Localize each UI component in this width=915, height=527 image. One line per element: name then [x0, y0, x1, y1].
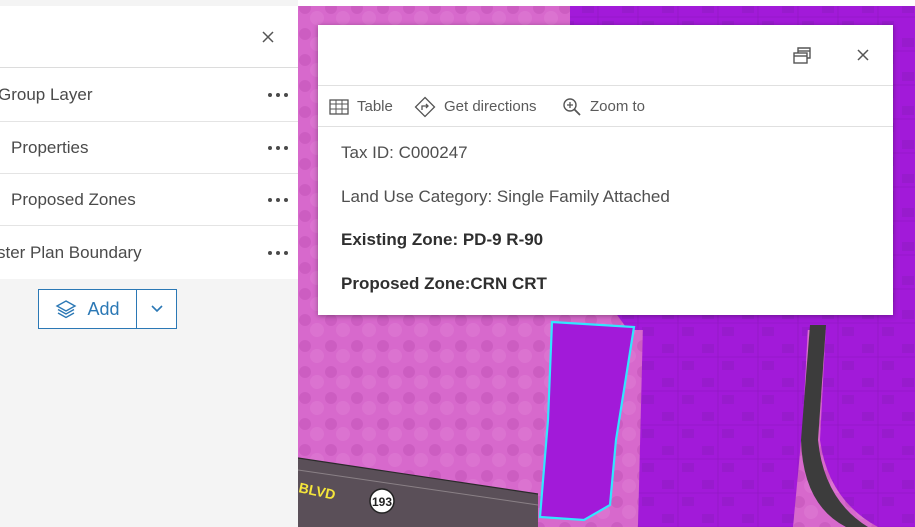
- close-icon: [262, 31, 274, 43]
- feature-popup: Table Get directions Zoom to Tax ID: C00…: [318, 25, 893, 315]
- layers-icon: [56, 300, 77, 319]
- dock-button[interactable]: [788, 41, 816, 69]
- existing-zone-field: Existing Zone: PD-9 R-90: [341, 230, 544, 249]
- layer-list-panel: Group Layer Properties Proposed Zones st…: [0, 0, 298, 527]
- popup-action-bar: Table Get directions Zoom to: [318, 86, 893, 127]
- more-options-icon[interactable]: [266, 138, 290, 158]
- tax-id-field: Tax ID: C000247: [341, 143, 468, 162]
- zoom-to-action[interactable]: Zoom to: [562, 86, 645, 127]
- route-shield-label: 193: [372, 495, 392, 509]
- table-action[interactable]: Table: [329, 86, 393, 127]
- layer-label: Properties: [11, 137, 89, 157]
- proposed-zone-field: Proposed Zone:CRN CRT: [341, 274, 547, 293]
- layer-label: Group Layer: [0, 84, 93, 104]
- layer-row-proposed-zones[interactable]: Proposed Zones: [0, 174, 298, 226]
- land-use-field: Land Use Category: Single Family Attache…: [341, 187, 670, 206]
- more-options-icon[interactable]: [266, 190, 290, 210]
- layer-row-properties[interactable]: Properties: [0, 122, 298, 174]
- parcel-roofs: [638, 325, 808, 527]
- popup-header: [318, 25, 893, 86]
- panel-close-button[interactable]: [254, 23, 282, 51]
- zoom-to-icon: [563, 97, 581, 116]
- more-options-icon[interactable]: [266, 85, 290, 105]
- table-action-label: Table: [357, 98, 393, 115]
- chevron-down-icon: [150, 305, 163, 313]
- add-layer-control: Add: [38, 289, 177, 329]
- panel-header: [0, 6, 298, 68]
- add-layer-button[interactable]: Add: [39, 290, 137, 328]
- layer-label: Proposed Zones: [11, 189, 136, 209]
- layer-row-group-layer[interactable]: Group Layer: [0, 68, 298, 122]
- close-icon: [857, 49, 869, 61]
- directions-icon: [414, 96, 436, 117]
- table-icon: [329, 98, 349, 115]
- get-directions-label: Get directions: [444, 98, 537, 115]
- add-label: Add: [87, 298, 120, 319]
- add-dropdown-button[interactable]: [137, 290, 176, 328]
- get-directions-action[interactable]: Get directions: [414, 86, 537, 127]
- popup-close-button[interactable]: [849, 41, 877, 69]
- map-top-strip: [298, 0, 915, 6]
- more-options-icon[interactable]: [266, 243, 290, 263]
- layer-label: ster Plan Boundary: [0, 242, 142, 262]
- layer-row-plan-boundary[interactable]: ster Plan Boundary: [0, 226, 298, 279]
- zoom-to-label: Zoom to: [590, 98, 646, 115]
- dock-icon: [793, 47, 811, 64]
